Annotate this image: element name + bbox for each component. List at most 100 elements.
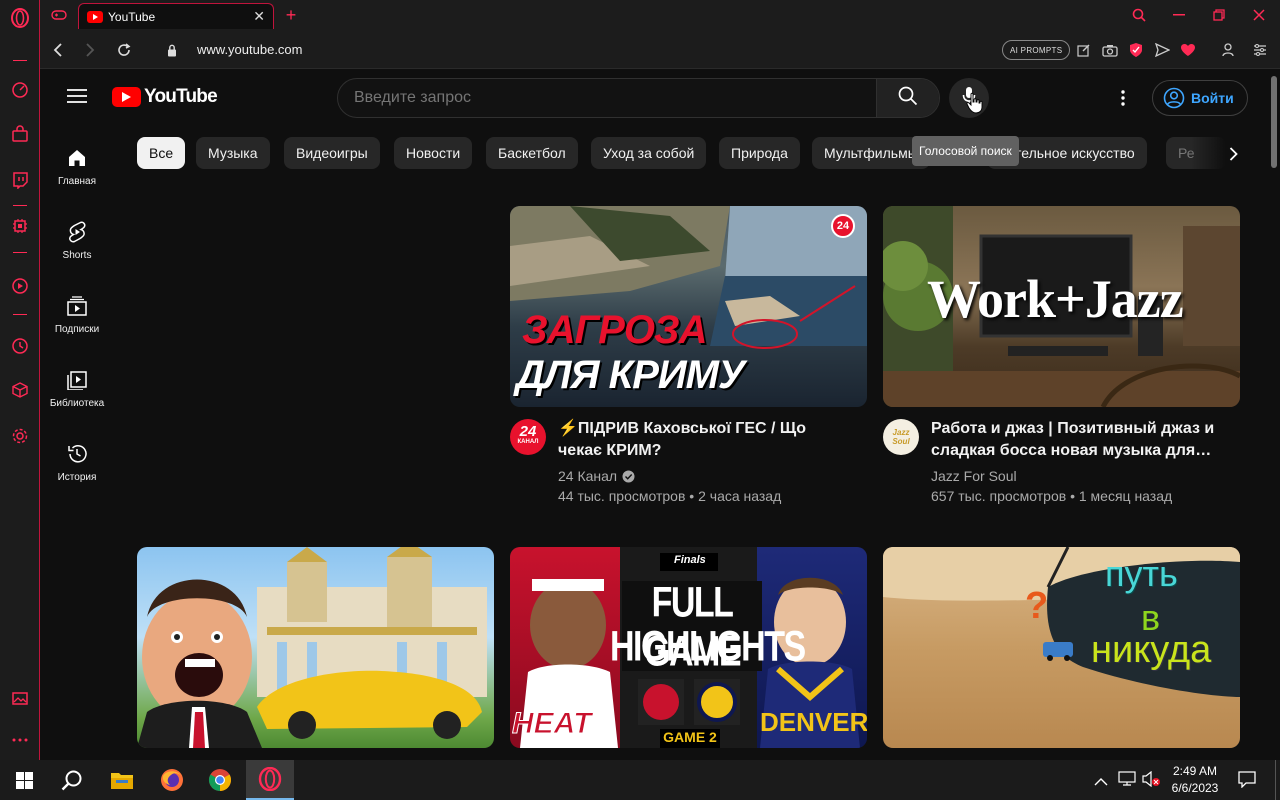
chip-music[interactable]: Музыка [196, 137, 270, 169]
profile-icon[interactable] [1218, 40, 1238, 60]
close-window-icon[interactable] [1250, 6, 1268, 24]
thumb-5-headline-1: путь [1105, 553, 1178, 594]
thumb-1-badge: 24 [831, 214, 855, 238]
shield-icon[interactable] [1126, 40, 1146, 60]
chip-all[interactable]: Все [137, 137, 186, 169]
easy-setup-icon[interactable] [1250, 40, 1270, 60]
firefox-icon[interactable] [148, 760, 196, 800]
youtube-page: YouTube Войти Главная Shorts Подпис [41, 70, 1268, 760]
account-circle-icon [1163, 87, 1185, 109]
page-scrollbar[interactable] [1268, 70, 1280, 760]
clock[interactable]: 2:49 AM 6/6/2023 [1166, 763, 1224, 797]
taskbar-search-icon[interactable] [48, 760, 96, 800]
volume-muted-icon[interactable] [1142, 770, 1160, 792]
channel-avatar-jazz[interactable]: Jazz Soul [883, 419, 919, 455]
show-desktop-strip[interactable] [1275, 760, 1280, 800]
signin-button[interactable]: Войти [1152, 80, 1248, 116]
windows-start-icon[interactable] [0, 760, 48, 800]
meta-dot: • [689, 488, 699, 504]
chips-next-chevron-icon[interactable] [1221, 142, 1245, 166]
ai-prompts-button[interactable]: AI PROMPTS [1002, 40, 1071, 60]
chip-news[interactable]: Новости [394, 137, 473, 169]
opera-sidebar [0, 0, 40, 760]
more-dots-icon[interactable] [10, 730, 30, 750]
tray-chevron-icon[interactable] [1094, 773, 1108, 791]
youtube-logo[interactable]: YouTube [112, 86, 218, 108]
back-icon[interactable] [48, 40, 68, 60]
voice-search-tooltip: Голосовой поиск [912, 136, 1019, 166]
more-options-icon[interactable] [1113, 88, 1133, 108]
mouse-cursor-icon [966, 92, 984, 119]
video-title-1-line1: ⚡ПІДРИВ Каховської ГЕС / Що [558, 420, 806, 437]
video-channel-2[interactable]: Jazz For Soul [931, 466, 1017, 486]
network-icon[interactable] [1118, 771, 1136, 792]
chip-icon[interactable] [10, 216, 30, 236]
search-input[interactable] [338, 79, 878, 117]
nav-shorts-label: Shorts [62, 250, 92, 261]
player-icon[interactable] [10, 276, 30, 296]
video-title-2[interactable]: Работа и джаз | Позитивный джаз и сладка… [931, 418, 1231, 462]
nav-shorts[interactable]: Shorts [41, 206, 113, 268]
video-thumbnail-5[interactable]: ? путь в никуда [883, 547, 1240, 748]
thumb-4-finals-label: Finals [674, 554, 706, 566]
tab-close-icon[interactable]: ✕ [253, 8, 265, 25]
nav-subscriptions[interactable]: Подписки [41, 280, 113, 342]
video-thumbnail-4[interactable]: Finals FULL GAME HIGHLIGHTS GAME 2 HEAT … [510, 547, 867, 748]
video-meta-1: 44 тыс. просмотров • 2 часа назад [558, 486, 781, 506]
scrollbar-thumb[interactable] [1271, 76, 1277, 168]
tab-youtube[interactable]: YouTube ✕ [78, 3, 274, 29]
views-1: 44 тыс. просмотров [558, 488, 686, 504]
reload-icon[interactable] [114, 40, 134, 60]
edit-icon[interactable] [1074, 40, 1094, 60]
video-thumbnail-3[interactable] [137, 547, 494, 748]
video-title-1[interactable]: ⚡ПІДРИВ Каховської ГЕС / Що чекає КРИМ? [558, 418, 858, 462]
forward-icon[interactable] [80, 40, 100, 60]
lock-icon[interactable] [162, 40, 182, 60]
settings-gear-icon[interactable] [10, 426, 30, 446]
channel-avatar-24kanal[interactable]: 24 КАНАЛ [510, 419, 546, 455]
shopping-icon[interactable] [10, 124, 30, 144]
nav-home[interactable]: Главная [41, 132, 113, 194]
chip-nature[interactable]: Природа [719, 137, 800, 169]
age-1: 2 часа назад [698, 488, 782, 504]
new-tab-plus-icon[interactable]: + [282, 5, 300, 25]
url-text[interactable]: www.youtube.com [197, 42, 303, 57]
extensions-cube-icon[interactable] [10, 380, 30, 400]
thumb-2-headline: Work+Jazz [927, 269, 1184, 329]
history-clock-icon[interactable] [10, 336, 30, 356]
minimize-icon[interactable] [1170, 6, 1188, 24]
chip-selfcare[interactable]: Уход за собой [591, 137, 707, 169]
hamburger-menu-icon[interactable] [67, 88, 87, 104]
search-button[interactable] [876, 79, 939, 117]
restore-icon[interactable] [1210, 6, 1228, 24]
views-2: 657 тыс. просмотров [931, 488, 1067, 504]
notification-center-icon[interactable] [1238, 771, 1256, 793]
video-channel-1[interactable]: 24 Канал [558, 466, 635, 486]
opera-gx-taskbar-icon[interactable] [246, 760, 294, 800]
sidebar-divider [13, 60, 27, 61]
chrome-icon[interactable] [196, 760, 244, 800]
camera-icon[interactable] [1100, 40, 1120, 60]
gallery-icon[interactable] [10, 688, 30, 708]
twitch-icon[interactable] [10, 170, 30, 190]
library-icon [65, 368, 89, 392]
opera-logo-icon[interactable] [10, 8, 30, 28]
history-icon [65, 442, 89, 466]
video-thumbnail-1[interactable]: 24 ЗАГРОЗА ДЛЯ КРИМУ [510, 206, 867, 407]
chip-videogames[interactable]: Видеоигры [284, 137, 380, 169]
file-explorer-icon[interactable] [98, 760, 146, 800]
avatar-24-sub: КАНАЛ [517, 439, 539, 445]
tab-title: YouTube [108, 9, 156, 24]
speed-dial-icon[interactable] [10, 80, 30, 100]
nav-library[interactable]: Библиотека [41, 354, 113, 416]
gamepad-icon[interactable] [50, 6, 68, 24]
nav-history[interactable]: История [41, 428, 113, 490]
video-thumbnail-2[interactable]: Work+Jazz [883, 206, 1240, 407]
search-tabs-icon[interactable] [1130, 6, 1148, 24]
heart-icon[interactable] [1178, 40, 1198, 60]
send-icon[interactable] [1152, 40, 1172, 60]
youtube-favicon-icon [87, 10, 103, 23]
windows-taskbar: 2:49 AM 6/6/2023 [0, 760, 1280, 800]
chip-basketball[interactable]: Баскетбол [486, 137, 578, 169]
video-meta-2: 657 тыс. просмотров • 1 месяц назад [931, 486, 1172, 506]
